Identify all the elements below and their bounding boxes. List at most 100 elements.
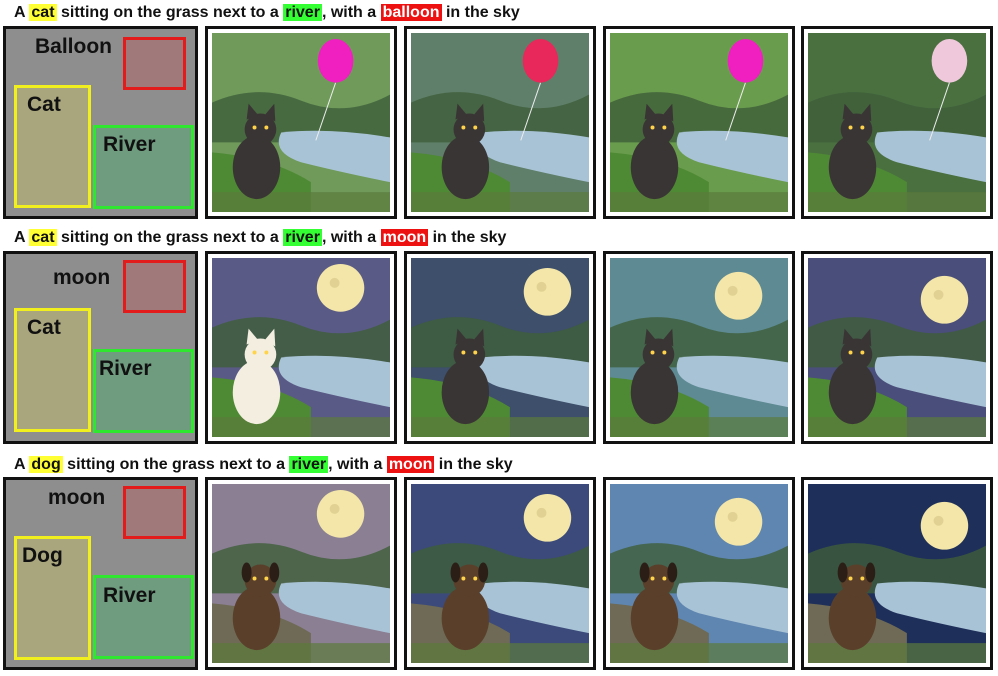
caption-row-1: A cat sitting on the grass next to a riv…	[14, 2, 520, 24]
moon	[920, 501, 969, 550]
object-highlight: moon	[380, 229, 429, 246]
cat-eye	[650, 125, 655, 130]
scene-drawing	[212, 33, 390, 212]
caption-row-2: A cat sitting on the grass next to a riv…	[14, 227, 506, 249]
place-region-label: River	[103, 584, 156, 607]
ground	[212, 417, 390, 437]
dog-eye	[848, 576, 853, 581]
cat-body	[232, 360, 281, 425]
ground	[610, 417, 788, 437]
cat-eye	[264, 350, 269, 355]
cat-body	[828, 135, 877, 200]
dog-ear	[241, 562, 252, 583]
scene-drawing	[212, 484, 390, 663]
object-region-label: moon	[48, 486, 106, 509]
cat-eye	[461, 125, 466, 130]
caption-row-3: A dog sitting on the grass next to a riv…	[14, 454, 513, 476]
scene-drawing	[808, 484, 986, 663]
subject-highlight: cat	[29, 4, 57, 21]
subject-region-label: Cat	[27, 316, 61, 339]
ground	[610, 192, 788, 212]
cat-eye	[264, 125, 269, 130]
image-frame	[603, 26, 795, 219]
cat-eye	[860, 125, 865, 130]
scene-drawing	[411, 484, 589, 663]
layout-diagram-row-2: moon Cat River	[3, 251, 198, 444]
moon	[920, 275, 969, 324]
cat-balloon-river-image	[212, 33, 390, 212]
moon	[316, 489, 365, 538]
cat-moon-river-image	[610, 258, 788, 437]
dog-moon-river-image	[808, 484, 986, 663]
dog-ear	[269, 562, 280, 583]
dog-moon-river-image	[610, 484, 788, 663]
cat-eye	[662, 350, 667, 355]
moon	[523, 267, 572, 316]
moon-crater	[536, 507, 547, 518]
cat-moon-river-image	[808, 258, 986, 437]
caption-text: sitting on the grass next to a	[62, 456, 290, 473]
scene-drawing	[610, 33, 788, 212]
ground	[808, 643, 986, 663]
layout-diagram-row-3: moon Dog River	[3, 477, 198, 670]
balloon	[317, 38, 354, 83]
ground	[411, 192, 589, 212]
cat-balloon-river-image	[411, 33, 589, 212]
balloon	[727, 38, 764, 83]
ground	[411, 643, 589, 663]
cat-body	[232, 135, 281, 200]
subject-highlight: dog	[29, 456, 63, 473]
image-frame	[603, 477, 795, 670]
caption-text: in the sky	[428, 229, 507, 246]
image-frame	[603, 251, 795, 444]
caption-text: sitting on the grass next to a	[56, 229, 284, 246]
object-region-box	[123, 486, 186, 539]
image-frame	[404, 477, 596, 670]
caption-text: , with a	[328, 456, 387, 473]
dog-eye	[662, 576, 667, 581]
image-frame	[205, 477, 397, 670]
moon	[316, 263, 365, 312]
image-frame	[404, 251, 596, 444]
caption-prefix: A	[14, 4, 30, 21]
scene-drawing	[808, 33, 986, 212]
object-region-label: Balloon	[35, 35, 112, 58]
moon	[523, 493, 572, 542]
layout-diagram-row-1: Balloon Cat River	[3, 26, 198, 219]
image-frame	[801, 477, 993, 670]
cat-balloon-river-image	[610, 33, 788, 212]
caption-text: sitting on the grass next to a	[56, 4, 284, 21]
moon-crater	[329, 503, 340, 514]
caption-prefix: A	[14, 229, 30, 246]
ground	[610, 643, 788, 663]
image-frame	[404, 26, 596, 219]
dog-eye	[650, 576, 655, 581]
moon-crater	[329, 277, 340, 288]
ground	[212, 192, 390, 212]
image-frame	[801, 26, 993, 219]
dog-body	[441, 586, 490, 651]
cat-eye	[650, 350, 655, 355]
cat-eye	[860, 350, 865, 355]
image-frame	[205, 26, 397, 219]
dog-ear	[865, 562, 876, 583]
dog-eye	[264, 576, 269, 581]
place-region-label: River	[99, 357, 152, 380]
subject-region-label: Dog	[22, 544, 63, 567]
scene-drawing	[411, 33, 589, 212]
dog-ear	[837, 562, 848, 583]
moon	[714, 271, 763, 320]
caption-text: in the sky	[441, 4, 520, 21]
scene-drawing	[808, 258, 986, 437]
cat-body	[441, 360, 490, 425]
subject-region-label: Cat	[27, 93, 61, 116]
cat-eye	[461, 350, 466, 355]
cat-eye	[473, 125, 478, 130]
cat-eye	[473, 350, 478, 355]
ground	[212, 643, 390, 663]
ground	[411, 417, 589, 437]
dog-eye	[252, 576, 257, 581]
balloon	[522, 38, 559, 83]
ground	[808, 192, 986, 212]
cat-eye	[848, 125, 853, 130]
